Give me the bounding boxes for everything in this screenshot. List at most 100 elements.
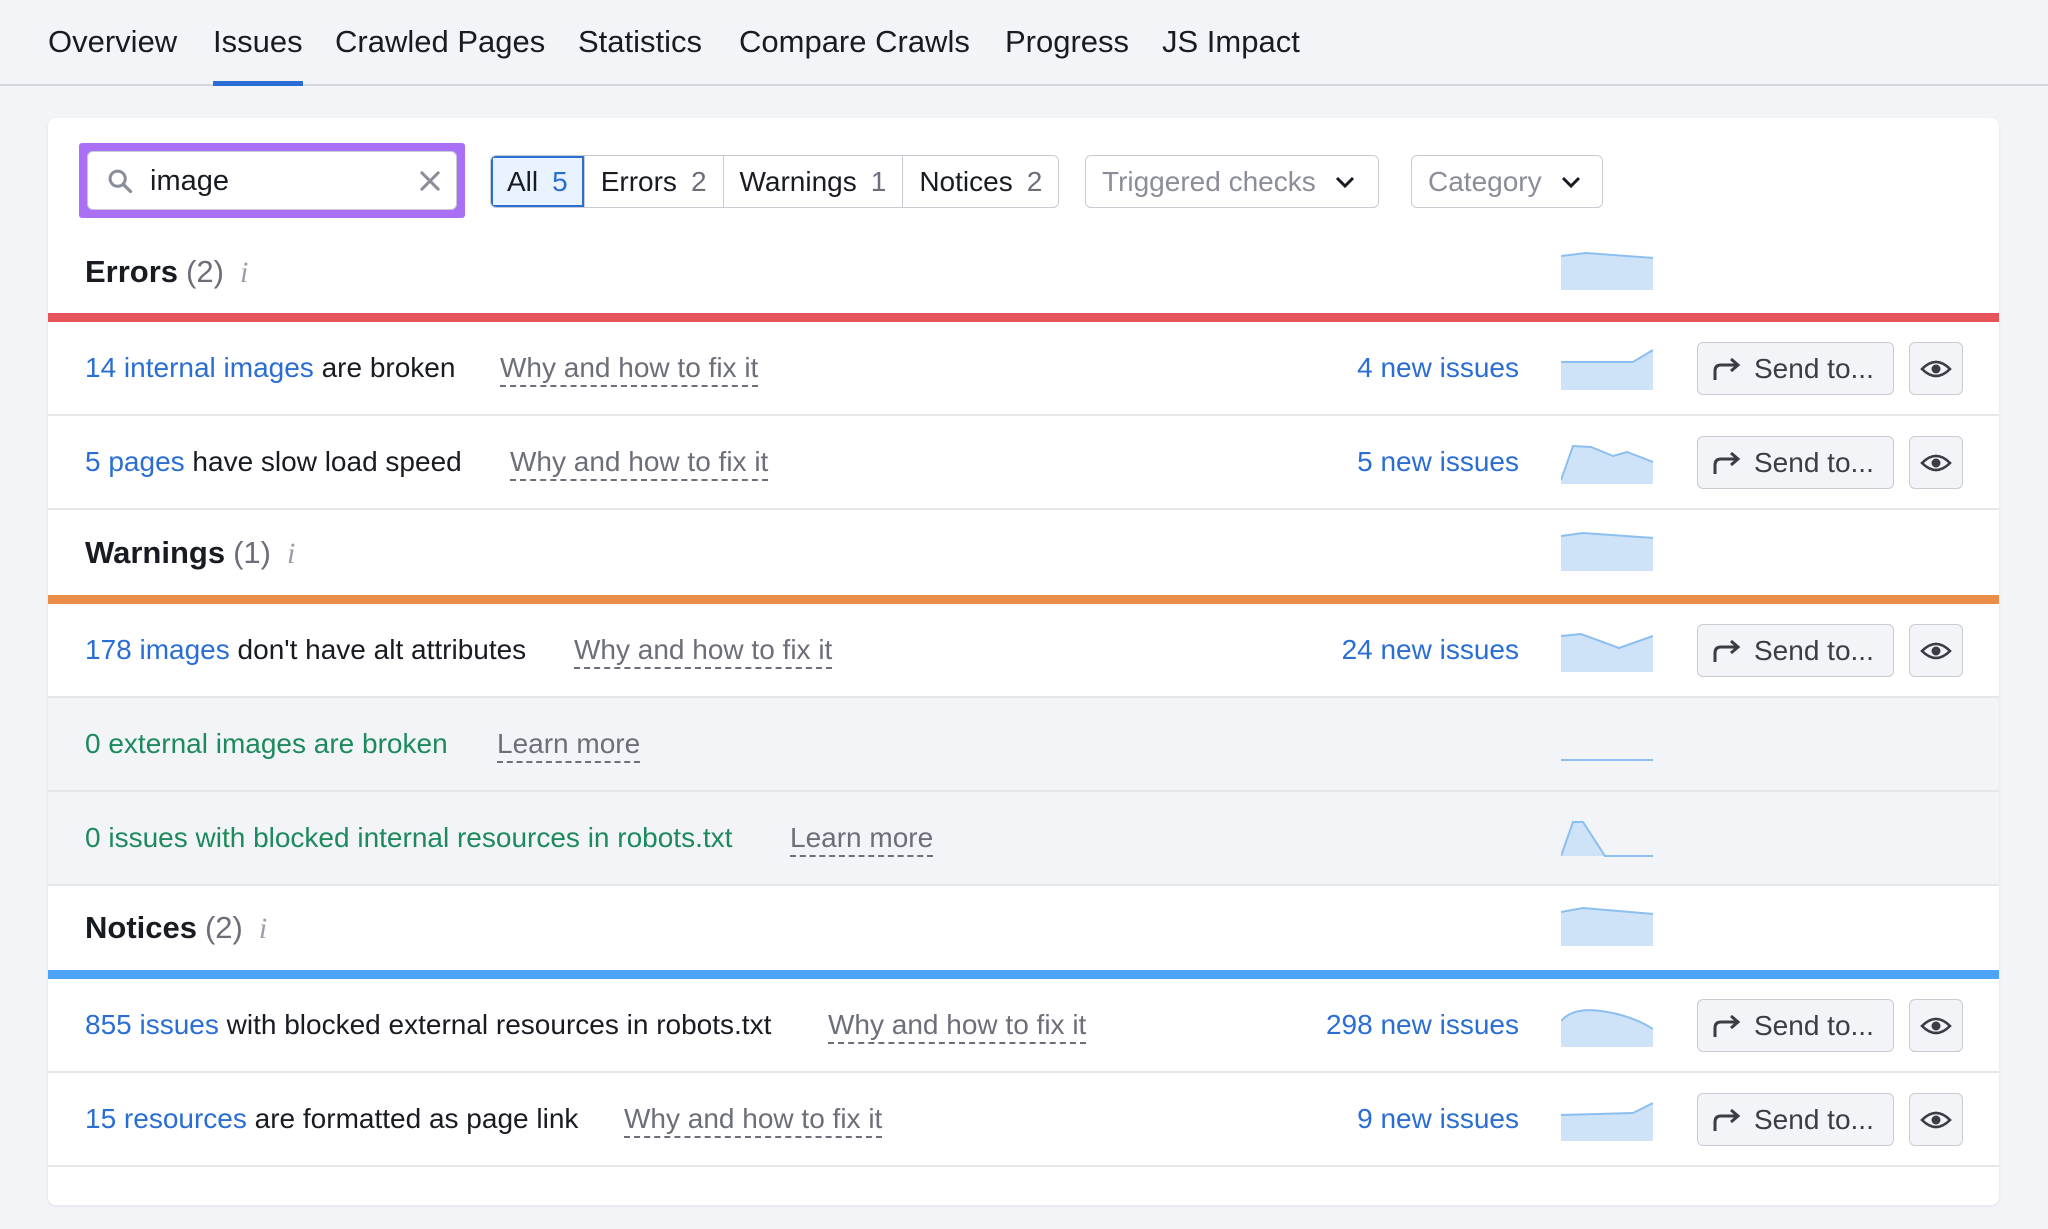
why-fix-link[interactable]: Why and how to fix it: [624, 1103, 883, 1138]
section-name: Notices: [85, 910, 197, 945]
filter-warnings[interactable]: Warnings 1: [724, 156, 904, 207]
category-dropdown[interactable]: Category: [1411, 155, 1603, 208]
view-button[interactable]: [1909, 342, 1963, 395]
issue-link[interactable]: 15 resources: [85, 1103, 247, 1134]
issue-row: 14 internal images are broken Why and ho…: [48, 322, 1999, 416]
errors-section-title: Errors (2) i: [85, 254, 248, 290]
view-button[interactable]: [1909, 624, 1963, 677]
issues-nav-bar: Overview Issues Crawled Pages Statistics…: [0, 0, 2048, 86]
view-button[interactable]: [1909, 436, 1963, 489]
issue-link[interactable]: 178 images: [85, 634, 230, 665]
issue-text: have slow load speed: [184, 446, 462, 477]
filter-notices[interactable]: Notices 2: [903, 156, 1058, 207]
triggered-checks-dropdown[interactable]: Triggered checks: [1085, 155, 1379, 208]
filter-label: Errors: [600, 165, 677, 197]
filter-count: 5: [552, 165, 568, 197]
new-issues-link[interactable]: 5 new issues: [1357, 446, 1519, 478]
send-to-button[interactable]: Send to...: [1697, 436, 1894, 489]
trend-sparkline: [1561, 1102, 1653, 1141]
eye-icon: [1920, 642, 1952, 659]
filter-count: 2: [1026, 165, 1043, 197]
tab-statistics[interactable]: Statistics: [578, 24, 702, 86]
share-arrow-icon: [1713, 1108, 1741, 1131]
filter-errors[interactable]: Errors 2: [585, 156, 724, 207]
view-button[interactable]: [1909, 1093, 1963, 1146]
issue-description: 178 images don't have alt attributes: [85, 634, 526, 666]
learn-more-link[interactable]: Learn more: [790, 822, 934, 857]
chevron-down-icon: [1561, 176, 1580, 188]
view-button[interactable]: [1909, 999, 1963, 1052]
notices-section-title: Notices (2) i: [85, 910, 267, 946]
issue-row: 855 issues with blocked external resourc…: [48, 979, 1999, 1073]
eye-icon: [1920, 1017, 1952, 1034]
trend-sparkline: [1561, 821, 1653, 857]
issue-row: 178 images don't have alt attributes Why…: [48, 604, 1999, 698]
send-to-label: Send to...: [1754, 1103, 1874, 1135]
search-icon: [108, 169, 133, 194]
errors-severity-bar: [48, 313, 1999, 322]
section-count: (2): [204, 910, 243, 945]
close-icon[interactable]: [416, 167, 444, 195]
issue-row: 15 resources are formatted as page link …: [48, 1073, 1999, 1167]
info-icon[interactable]: i: [240, 256, 248, 290]
send-to-button[interactable]: Send to...: [1697, 342, 1894, 395]
new-issues-link[interactable]: 298 new issues: [1326, 1009, 1519, 1041]
dropdown-label: Triggered checks: [1102, 165, 1316, 197]
trend-sparkline: [1561, 1009, 1653, 1047]
tab-overview[interactable]: Overview: [48, 24, 177, 86]
why-fix-link[interactable]: Why and how to fix it: [500, 352, 759, 387]
notices-trend-sparkline: [1561, 906, 1653, 946]
section-name: Errors: [85, 254, 179, 289]
errors-trend-sparkline: [1561, 251, 1653, 290]
search-input[interactable]: [150, 160, 400, 202]
learn-more-link[interactable]: Learn more: [497, 728, 641, 763]
why-fix-link[interactable]: Why and how to fix it: [510, 446, 769, 481]
send-to-button[interactable]: Send to...: [1697, 624, 1894, 677]
tab-progress[interactable]: Progress: [1005, 24, 1129, 86]
send-to-button[interactable]: Send to...: [1697, 999, 1894, 1052]
issue-text: are broken: [313, 352, 456, 383]
notices-severity-bar: [48, 970, 1999, 979]
why-fix-link[interactable]: Why and how to fix it: [574, 634, 833, 669]
issues-card: All 5 Errors 2 Warnings 1 Notices 2 Trig…: [48, 118, 1999, 1205]
send-to-label: Send to...: [1754, 352, 1874, 384]
issue-description: 0 external images are broken: [85, 728, 448, 759]
new-issues-link[interactable]: 9 new issues: [1357, 1103, 1519, 1135]
trend-sparkline: [1561, 632, 1653, 672]
eye-icon: [1920, 454, 1952, 471]
warnings-section-title: Warnings (1) i: [85, 535, 295, 571]
share-arrow-icon: [1713, 357, 1741, 380]
trend-sparkline: [1561, 349, 1653, 390]
new-issues-link[interactable]: 4 new issues: [1357, 352, 1519, 384]
tab-compare-crawls[interactable]: Compare Crawls: [739, 24, 970, 86]
why-fix-link[interactable]: Why and how to fix it: [828, 1009, 1087, 1044]
issue-description: 5 pages have slow load speed: [85, 446, 462, 478]
search-box[interactable]: [87, 151, 457, 210]
tab-js-impact[interactable]: JS Impact: [1162, 24, 1300, 86]
share-arrow-icon: [1713, 451, 1741, 474]
send-to-label: Send to...: [1754, 446, 1874, 478]
issue-text: don't have alt attributes: [229, 634, 527, 665]
send-to-label: Send to...: [1754, 634, 1874, 666]
new-issues-link[interactable]: 24 new issues: [1342, 634, 1519, 666]
send-to-button[interactable]: Send to...: [1697, 1093, 1894, 1146]
issue-row: 5 pages have slow load speed Why and how…: [48, 416, 1999, 510]
info-icon[interactable]: i: [259, 912, 267, 946]
warnings-severity-bar: [48, 595, 1999, 604]
warnings-trend-sparkline: [1561, 531, 1653, 571]
dropdown-label: Category: [1428, 165, 1542, 197]
filter-label: All: [507, 165, 539, 197]
info-icon[interactable]: i: [287, 537, 295, 571]
issue-link[interactable]: 5 pages: [85, 446, 185, 477]
issue-type-filter: All 5 Errors 2 Warnings 1 Notices 2: [490, 155, 1060, 208]
issue-link[interactable]: 855 issues: [85, 1009, 219, 1040]
issue-description: 0 issues with blocked internal resources…: [85, 822, 733, 853]
filter-count: 1: [870, 165, 887, 197]
share-arrow-icon: [1713, 639, 1741, 662]
section-count: (1): [233, 535, 271, 570]
filter-all[interactable]: All 5: [491, 156, 585, 207]
eye-icon: [1920, 1111, 1952, 1128]
tab-crawled-pages[interactable]: Crawled Pages: [335, 24, 545, 86]
issue-link[interactable]: 14 internal images: [85, 352, 314, 383]
tab-issues[interactable]: Issues: [213, 24, 303, 86]
